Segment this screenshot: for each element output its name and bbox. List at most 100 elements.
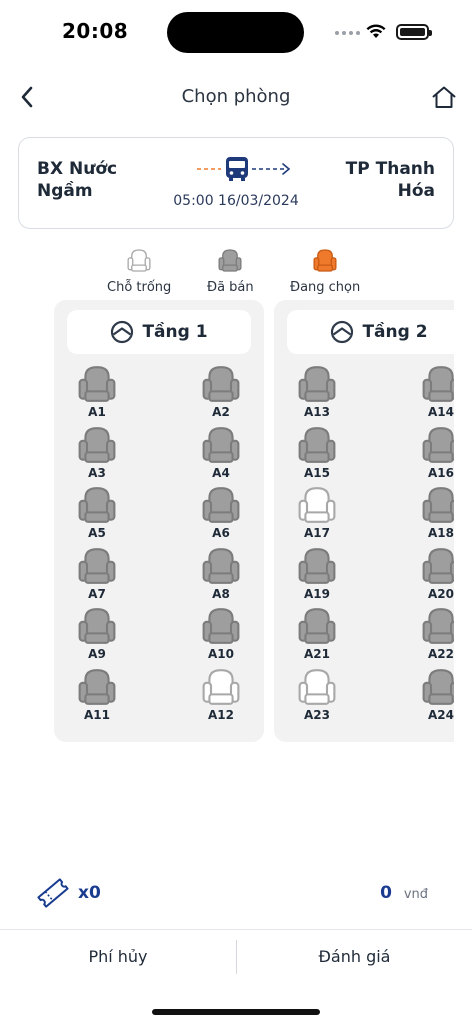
seat-code: A3 <box>88 466 106 480</box>
seat-icon <box>298 606 336 646</box>
seat-A10[interactable]: A10 <box>196 606 246 664</box>
status-time: 20:08 <box>62 19 129 43</box>
legend-label: Đã bán <box>207 280 254 295</box>
seat-A23[interactable]: A23 <box>292 667 342 725</box>
seat-A3[interactable]: A3 <box>72 425 122 483</box>
home-icon <box>432 86 456 108</box>
seat-A16[interactable]: A16 <box>416 425 454 483</box>
seat-A6[interactable]: A6 <box>196 485 246 543</box>
seat-icon <box>298 667 336 707</box>
legend-label: Chỗ trống <box>107 280 172 295</box>
seat-icon <box>298 485 336 525</box>
seat-code: A11 <box>84 708 110 722</box>
floor-tab-1[interactable]: Tầng 1 <box>67 310 251 354</box>
seat-A1[interactable]: A1 <box>72 364 122 422</box>
seat-A2[interactable]: A2 <box>196 364 246 422</box>
trip-card: BX Nước Ngầm 05:00 16/03/2024 TP Thanh H… <box>18 137 454 229</box>
seat-icon <box>422 425 454 465</box>
seat-code: A6 <box>212 526 230 540</box>
seat-A15[interactable]: A15 <box>292 425 342 483</box>
seat-icon <box>78 546 116 586</box>
seat-selected-icon <box>313 248 337 277</box>
destination-station: TP Thanh Hóa <box>345 159 435 201</box>
seat-icon <box>422 667 454 707</box>
seat-A19[interactable]: A19 <box>292 546 342 604</box>
seat-icon <box>298 364 336 404</box>
seat-code: A23 <box>304 708 330 722</box>
floor-panel-2: Tầng 2 A13 A14 A15 A16 A17 A18 A19 A20 A… <box>274 300 454 742</box>
seat-code: A22 <box>428 647 454 661</box>
seat-A5[interactable]: A5 <box>72 485 122 543</box>
ticket-count: x0 <box>78 883 101 903</box>
seat-A9[interactable]: A9 <box>72 606 122 664</box>
review-button[interactable]: Đánh giá <box>237 930 472 982</box>
floor-panel-1: Tầng 1 A1 A2 A3 A4 A5 A6 A7 A8 A9 A10 A1… <box>54 300 264 742</box>
seat-icon <box>78 606 116 646</box>
seat-A21[interactable]: A21 <box>292 606 342 664</box>
seat-A22[interactable]: A22 <box>416 606 454 664</box>
seat-code: A14 <box>428 405 454 419</box>
seat-icon <box>298 546 336 586</box>
seat-code: A7 <box>88 587 106 601</box>
currency-label: vnđ <box>403 887 428 902</box>
floor-name: Tầng 2 <box>362 322 428 342</box>
battery-icon <box>396 24 432 40</box>
dynamic-island <box>167 12 304 53</box>
seat-A11[interactable]: A11 <box>72 667 122 725</box>
seat-code: A2 <box>212 405 230 419</box>
seat-icon <box>202 425 240 465</box>
total-price: 0 <box>380 883 392 903</box>
seat-A4[interactable]: A4 <box>196 425 246 483</box>
wifi-icon <box>366 24 386 38</box>
seat-A13[interactable]: A13 <box>292 364 342 422</box>
cancel-fee-button[interactable]: Phí hủy <box>0 930 236 982</box>
seat-code: A17 <box>304 526 330 540</box>
seat-sold-icon <box>218 248 242 277</box>
seat-code: A20 <box>428 587 454 601</box>
seat-A20[interactable]: A20 <box>416 546 454 604</box>
seat-code: A4 <box>212 466 230 480</box>
seat-A7[interactable]: A7 <box>72 546 122 604</box>
seat-icon <box>202 364 240 404</box>
legend-label: Đang chọn <box>290 280 361 295</box>
seat-icon <box>422 485 454 525</box>
legend-selected: Đang chọn <box>290 248 360 295</box>
legend-sold: Đã bán <box>207 248 254 295</box>
seat-icon <box>78 667 116 707</box>
steering-wheel-icon <box>331 320 354 344</box>
steering-wheel-icon <box>111 320 134 344</box>
home-button[interactable] <box>428 81 460 113</box>
seat-icon <box>298 425 336 465</box>
seat-icon <box>202 546 240 586</box>
seat-code: A18 <box>428 526 454 540</box>
seat-icon <box>202 606 240 646</box>
floor-scroller[interactable]: Tầng 1 A1 A2 A3 A4 A5 A6 A7 A8 A9 A10 A1… <box>54 300 454 744</box>
seat-A18[interactable]: A18 <box>416 485 454 543</box>
ticket-icon <box>37 878 69 908</box>
seat-code: A8 <box>212 587 230 601</box>
seat-A14[interactable]: A14 <box>416 364 454 422</box>
seat-A24[interactable]: A24 <box>416 667 454 725</box>
seat-code: A5 <box>88 526 106 540</box>
status-bar: 20:08 <box>0 0 472 62</box>
seat-A8[interactable]: A8 <box>196 546 246 604</box>
floor-tab-2[interactable]: Tầng 2 <box>287 310 454 354</box>
seat-code: A10 <box>208 647 234 661</box>
seat-code: A13 <box>304 405 330 419</box>
seat-A17[interactable]: A17 <box>292 485 342 543</box>
page-title: Chọn phòng <box>181 86 291 107</box>
seat-icon <box>78 364 116 404</box>
seat-code: A21 <box>304 647 330 661</box>
seat-empty-icon <box>127 248 151 277</box>
seat-icon <box>78 425 116 465</box>
seat-A12[interactable]: A12 <box>196 667 246 725</box>
home-indicator <box>152 1009 320 1015</box>
seat-icon <box>202 485 240 525</box>
seat-icon <box>202 667 240 707</box>
legend-empty: Chỗ trống <box>107 248 171 295</box>
seat-code: A9 <box>88 647 106 661</box>
seat-icon <box>78 485 116 525</box>
seat-legend: Chỗ trống Đã bán Đang chọn <box>0 248 472 295</box>
seat-code: A19 <box>304 587 330 601</box>
bottom-action-bar: Phí hủy Đánh giá <box>0 929 472 989</box>
